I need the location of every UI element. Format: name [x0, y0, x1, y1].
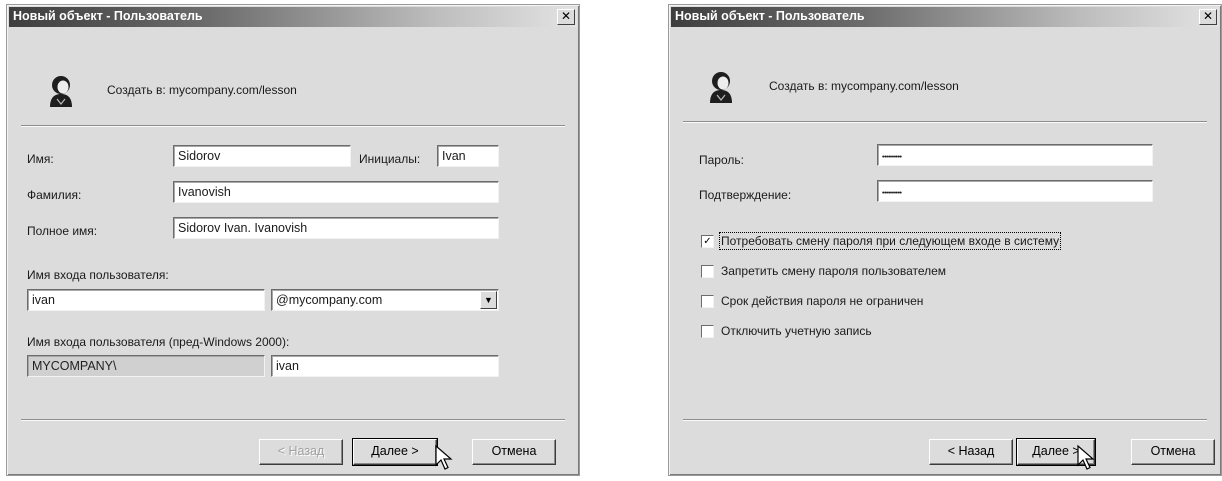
new-user-dialog-name: Новый объект - Пользователь ✕ Создать в:… — [6, 4, 580, 476]
last-name-field[interactable]: Ivanovish — [173, 181, 499, 203]
back-button[interactable]: < Назад — [929, 439, 1013, 465]
full-name-label: Полное имя: — [27, 224, 98, 238]
title-bar[interactable]: Новый объект - Пользователь ✕ — [671, 7, 1219, 27]
logon-name-field[interactable]: ivan — [27, 289, 265, 311]
divider — [683, 419, 1207, 421]
divider — [21, 419, 565, 421]
full-name-field[interactable]: Sidorov Ivan. Ivanovish — [173, 217, 499, 239]
checkbox-disable-account[interactable]: Отключить учетную запись — [701, 324, 1181, 340]
checkbox-box[interactable] — [701, 265, 714, 278]
domain-select[interactable]: @mycompany.com ▼ — [271, 289, 499, 311]
password-mask: •••••••••• — [882, 154, 902, 161]
pre2000-name-field[interactable]: ivan — [271, 355, 499, 377]
pre2000-domain-field: MYCOMPANY\ — [27, 355, 265, 377]
checkbox-password-never-expires[interactable]: Срок действия пароля не ограничен — [701, 294, 1181, 310]
password-label: Пароль: — [699, 153, 744, 167]
user-icon — [710, 72, 732, 103]
create-in-path: mycompany.com/lesson — [169, 83, 297, 97]
mouse-pointer-icon — [435, 445, 453, 470]
create-in-text: Создать в: mycompany.com/lesson — [107, 83, 297, 97]
create-in-label: Создать в: — [769, 79, 828, 93]
checkbox-label: Запретить смену пароля пользователем — [721, 264, 947, 278]
divider — [683, 121, 1207, 123]
domain-select-value: @mycompany.com — [276, 293, 383, 307]
mouse-pointer-icon — [1077, 445, 1095, 470]
cancel-button[interactable]: Отмена — [1131, 439, 1215, 465]
first-name-field[interactable]: Sidorov — [173, 145, 351, 167]
confirm-password-mask: •••••••••• — [882, 190, 902, 197]
first-name-label: Имя: — [27, 152, 54, 166]
checkbox-change-password-at-logon[interactable]: ✓ Потребовать смену пароля при следующем… — [701, 232, 1181, 250]
cancel-button[interactable]: Отмена — [472, 439, 556, 465]
close-icon[interactable]: ✕ — [1199, 9, 1217, 25]
pre2000-logon-label: Имя входа пользователя (пред-Windows 200… — [27, 335, 290, 349]
dialog-title: Новый объект - Пользователь — [675, 9, 865, 23]
back-button[interactable]: < Назад — [259, 439, 343, 465]
dialog-title: Новый объект - Пользователь — [13, 9, 203, 23]
checkbox-box[interactable] — [701, 325, 714, 338]
new-user-dialog-password: Новый объект - Пользователь ✕ Создать в:… — [668, 4, 1222, 476]
confirm-password-field[interactable]: •••••••••• — [877, 180, 1153, 202]
checkbox-box[interactable] — [701, 295, 714, 308]
title-bar[interactable]: Новый объект - Пользователь ✕ — [9, 7, 577, 27]
last-name-label: Фамилия: — [27, 188, 82, 202]
initials-field[interactable]: Ivan — [437, 145, 499, 167]
create-in-path: mycompany.com/lesson — [831, 79, 959, 93]
create-in-label: Создать в: — [107, 83, 166, 97]
divider — [21, 125, 565, 127]
next-button[interactable]: Далее > — [352, 438, 438, 466]
chevron-down-icon[interactable]: ▼ — [480, 291, 497, 309]
checkbox-label: Отключить учетную запись — [721, 324, 872, 338]
user-icon — [50, 76, 72, 107]
close-icon[interactable]: ✕ — [557, 9, 575, 25]
confirm-password-label: Подтверждение: — [699, 188, 792, 202]
create-in-text: Создать в: mycompany.com/lesson — [769, 79, 959, 93]
initials-label: Инициалы: — [359, 152, 421, 166]
checkbox-cannot-change-password[interactable]: Запретить смену пароля пользователем — [701, 264, 1181, 280]
checkbox-box[interactable]: ✓ — [701, 235, 714, 248]
checkbox-label: Срок действия пароля не ограничен — [721, 294, 924, 308]
password-field[interactable]: •••••••••• — [877, 144, 1153, 166]
logon-name-label: Имя входа пользователя: — [27, 268, 169, 282]
checkbox-label: Потребовать смену пароля при следующем в… — [718, 232, 1062, 250]
